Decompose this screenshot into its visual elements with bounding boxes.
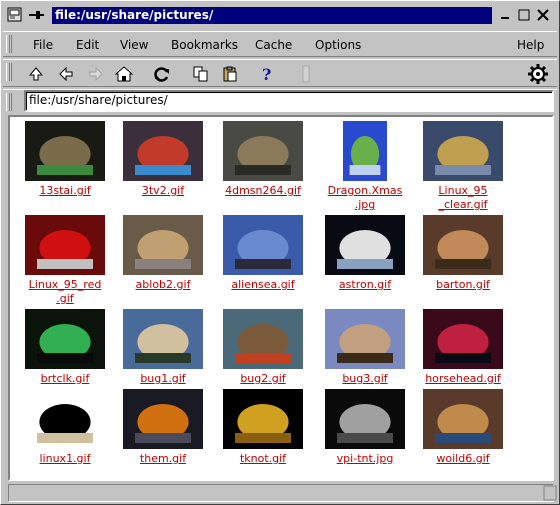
file-name-link[interactable]: 3tv2.gif <box>118 184 208 198</box>
menubar-grip[interactable] <box>6 35 12 53</box>
maximize-icon[interactable] <box>517 8 531 22</box>
location-input[interactable]: file:/usr/share/pictures/ <box>24 90 554 112</box>
forward-icon <box>85 63 107 85</box>
file-thumbnail[interactable] <box>223 215 303 275</box>
file-item[interactable]: bug1.gif <box>118 309 208 386</box>
reload-icon[interactable] <box>151 63 173 85</box>
file-name-link[interactable]: aliensea.gif <box>218 278 308 292</box>
file-name-link[interactable]: them.gif <box>118 452 208 466</box>
menu-view[interactable]: View <box>120 38 148 52</box>
file-item[interactable]: woild6.gif <box>418 389 508 466</box>
file-item[interactable]: them.gif <box>118 389 208 466</box>
pin-icon[interactable] <box>27 7 44 23</box>
file-thumbnail[interactable] <box>325 389 405 449</box>
menu-bookmarks[interactable]: Bookmarks <box>171 38 238 52</box>
file-thumbnail[interactable] <box>223 389 303 449</box>
menu-file[interactable]: File <box>33 38 53 52</box>
toolbar-grip[interactable] <box>6 63 12 81</box>
menu-help[interactable]: Help <box>517 38 544 52</box>
file-name-link[interactable]: Linux_95 _clear.gif <box>418 184 508 212</box>
file-thumbnail[interactable] <box>423 121 503 181</box>
location-bar: file:/usr/share/pictures/ <box>3 89 557 113</box>
file-item[interactable]: astron.gif <box>320 215 410 292</box>
file-name-link[interactable]: 4dmsn264.gif <box>218 184 308 198</box>
file-name-link[interactable]: astron.gif <box>320 278 410 292</box>
menu-cache[interactable]: Cache <box>255 38 292 52</box>
file-item[interactable]: Dragon.Xmas .jpg <box>320 121 410 212</box>
home-icon[interactable] <box>113 63 135 85</box>
menu-bar: File Edit View Bookmarks Cache Options H… <box>3 31 557 57</box>
file-thumbnail[interactable] <box>123 309 203 369</box>
file-item[interactable]: aliensea.gif <box>218 215 308 292</box>
file-thumbnail[interactable] <box>325 309 405 369</box>
file-thumbnail[interactable] <box>25 389 105 449</box>
close-icon[interactable] <box>536 8 550 22</box>
file-name-link[interactable]: tknot.gif <box>218 452 308 466</box>
file-thumbnail[interactable] <box>223 309 303 369</box>
file-thumbnail[interactable] <box>423 389 503 449</box>
file-name-link[interactable]: brtclk.gif <box>20 372 110 386</box>
toolbar: ? <box>3 59 557 87</box>
file-item[interactable]: 13stai.gif <box>20 121 110 198</box>
file-item[interactable]: 4dmsn264.gif <box>218 121 308 198</box>
file-name-link[interactable]: woild6.gif <box>418 452 508 466</box>
file-name-link[interactable]: ablob2.gif <box>118 278 208 292</box>
file-thumbnail[interactable] <box>25 215 105 275</box>
menu-options[interactable]: Options <box>315 38 361 52</box>
file-item[interactable]: Linux_95_red .gif <box>20 215 110 306</box>
file-thumbnail[interactable] <box>423 309 503 369</box>
file-item[interactable]: bug3.gif <box>320 309 410 386</box>
help-icon[interactable]: ? <box>256 63 278 85</box>
window-menu-icon[interactable] <box>7 7 23 23</box>
file-name-link[interactable]: Dragon.Xmas .jpg <box>320 184 410 212</box>
menu-edit[interactable]: Edit <box>76 38 99 52</box>
file-item[interactable]: vpi-tnt.jpg <box>320 389 410 466</box>
file-name-link[interactable]: linux1.gif <box>20 452 110 466</box>
file-name-link[interactable]: bug3.gif <box>320 372 410 386</box>
file-item[interactable]: Linux_95 _clear.gif <box>418 121 508 212</box>
file-item[interactable]: horsehead.gif <box>418 309 508 386</box>
browser-window: file:/usr/share/pictures/ File Edit View… <box>0 0 560 505</box>
file-item[interactable]: barton.gif <box>418 215 508 292</box>
file-item[interactable]: ablob2.gif <box>118 215 208 292</box>
file-thumbnail[interactable] <box>325 215 405 275</box>
locbar-grip[interactable] <box>6 93 12 111</box>
file-thumbnail[interactable] <box>25 309 105 369</box>
file-thumbnail[interactable] <box>223 121 303 181</box>
file-thumbnail[interactable] <box>423 215 503 275</box>
file-icon-view[interactable]: 13stai.gif 3tv2.gif 4dmsn264.gif Dragon.Xma… <box>8 115 554 481</box>
file-item[interactable]: linux1.gif <box>20 389 110 466</box>
file-name-link[interactable]: vpi-tnt.jpg <box>320 452 410 466</box>
file-item[interactable]: bug2.gif <box>218 309 308 386</box>
paste-icon[interactable] <box>219 63 241 85</box>
file-item[interactable]: brtclk.gif <box>20 309 110 386</box>
file-thumbnail[interactable] <box>123 389 203 449</box>
resize-grip-icon[interactable] <box>543 485 557 501</box>
file-thumbnail[interactable] <box>123 215 203 275</box>
title-bar[interactable]: file:/usr/share/pictures/ <box>3 4 557 26</box>
status-bar <box>8 484 554 502</box>
up-icon[interactable] <box>25 63 47 85</box>
file-thumbnail[interactable] <box>343 121 387 181</box>
stop-icon <box>295 63 317 85</box>
file-item[interactable]: tknot.gif <box>218 389 308 466</box>
window-title: file:/usr/share/pictures/ <box>52 7 492 24</box>
svg-text:?: ? <box>262 65 271 83</box>
minimize-icon[interactable] <box>498 8 512 22</box>
throbber-gear-icon[interactable] <box>527 63 549 85</box>
file-item[interactable]: 3tv2.gif <box>118 121 208 198</box>
file-thumbnail[interactable] <box>25 121 105 181</box>
file-name-link[interactable]: bug2.gif <box>218 372 308 386</box>
file-name-link[interactable]: bug1.gif <box>118 372 208 386</box>
file-thumbnail[interactable] <box>123 121 203 181</box>
file-name-link[interactable]: Linux_95_red .gif <box>20 278 110 306</box>
file-name-link[interactable]: horsehead.gif <box>418 372 508 386</box>
copy-icon[interactable] <box>190 63 212 85</box>
file-name-link[interactable]: barton.gif <box>418 278 508 292</box>
back-icon[interactable] <box>55 63 77 85</box>
file-name-link[interactable]: 13stai.gif <box>20 184 110 198</box>
